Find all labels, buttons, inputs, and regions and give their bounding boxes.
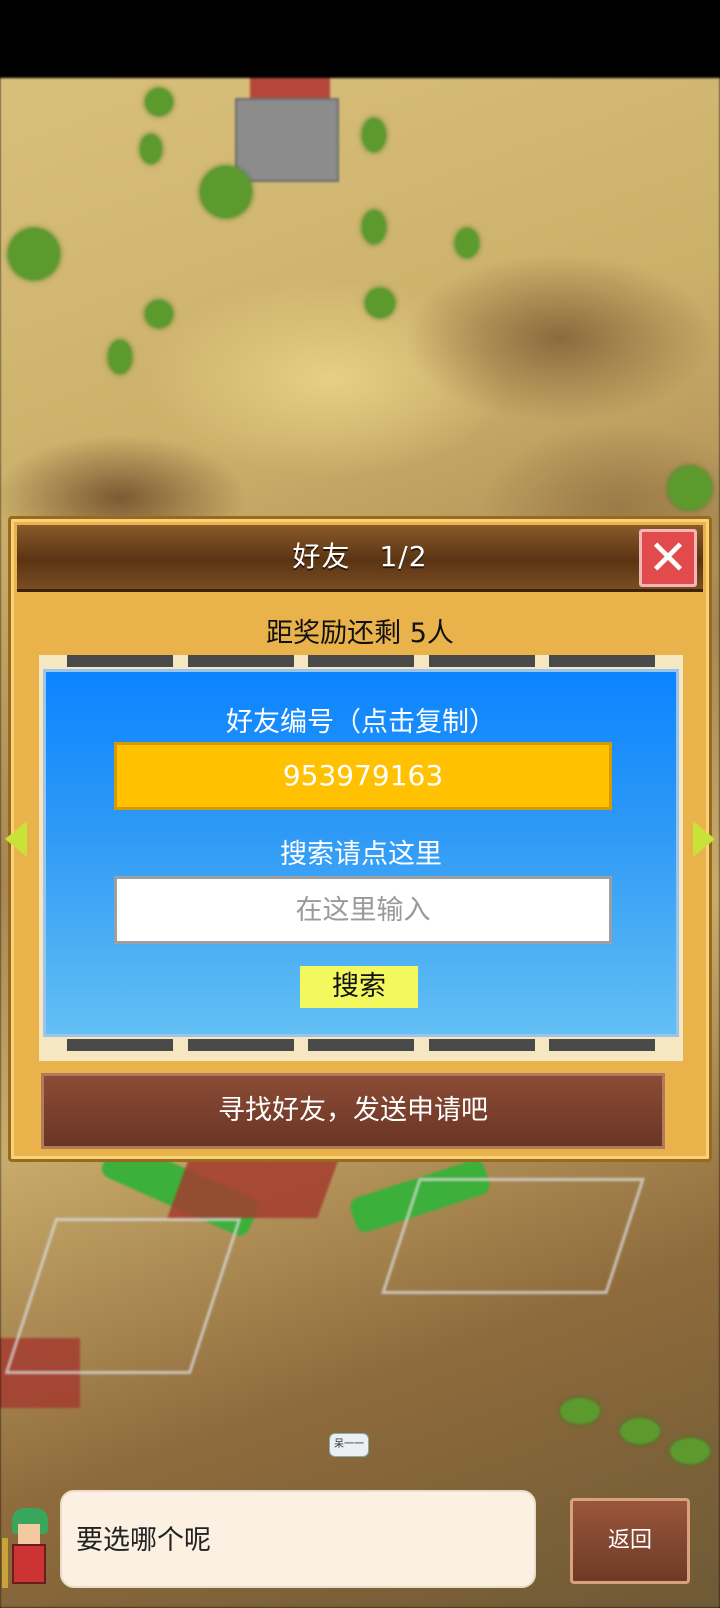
map-tree — [140, 134, 162, 164]
frame-tick — [308, 1039, 414, 1051]
friend-panel: 好友编号（点击复制） 953979163 搜索请点这里 搜索 — [43, 669, 679, 1037]
find-friends-button[interactable]: 寻找好友，发送申请吧 — [41, 1073, 665, 1149]
character-avatar — [2, 1508, 54, 1592]
map-bush — [670, 1438, 710, 1464]
frame-tick — [428, 655, 535, 667]
map-fence — [4, 1218, 242, 1374]
search-button[interactable]: 搜索 — [300, 966, 418, 1008]
map-fence — [381, 1178, 645, 1294]
chat-bubble: 要选哪个呢 — [60, 1490, 536, 1588]
frame-tick — [67, 655, 173, 667]
map-bush — [560, 1398, 600, 1424]
search-label: 搜索请点这里 — [280, 839, 442, 870]
map-tree — [365, 288, 395, 318]
map-tree — [200, 166, 252, 218]
avatar-body — [12, 1544, 46, 1584]
friend-id-copy-box[interactable]: 953979163 — [114, 742, 612, 810]
dialog-header: 好友 1/2 ✕ — [17, 525, 703, 592]
frame-tick — [308, 655, 414, 667]
map-tree — [362, 118, 386, 152]
map-bush — [620, 1418, 660, 1444]
frame-tick-row-top — [39, 655, 683, 669]
frame-tick — [428, 1039, 535, 1051]
map-tree — [455, 228, 479, 258]
map-tree — [8, 228, 60, 280]
friend-panel-frame: 好友编号（点击复制） 953979163 搜索请点这里 搜索 — [39, 655, 683, 1061]
avatar-face — [18, 1524, 40, 1544]
map-roof — [250, 78, 330, 98]
back-button[interactable]: 返回 — [570, 1498, 690, 1584]
map-tree — [668, 466, 712, 510]
map-tree — [145, 88, 173, 116]
map-tree — [108, 340, 132, 374]
friends-dialog: 好友 1/2 ✕ 距奖励还剩 5人 好友编号（点击复制） 953979163 搜… — [5, 516, 715, 1162]
map-tree — [145, 300, 173, 328]
friend-id-label: 好友编号（点击复制） — [226, 707, 496, 738]
reward-remaining-text: 距奖励还剩 5人 — [266, 618, 454, 649]
frame-tick — [549, 655, 655, 667]
frame-tick — [187, 655, 294, 667]
friend-search-input[interactable] — [114, 876, 612, 944]
status-bar-area — [0, 0, 720, 78]
arrow-right-icon[interactable] — [693, 821, 715, 857]
frame-tick — [549, 1039, 655, 1051]
chat-message: 要选哪个呢 — [76, 1525, 211, 1556]
frame-tick-row-bottom — [39, 1039, 683, 1053]
dialog-title: 好友 1/2 — [292, 540, 428, 573]
close-button[interactable]: ✕ — [639, 529, 697, 587]
npc-speech-bubble: 呆一一 — [329, 1433, 369, 1457]
arrow-left-icon[interactable] — [5, 821, 27, 857]
avatar-staff — [2, 1538, 8, 1588]
close-icon: ✕ — [647, 530, 689, 586]
frame-tick — [187, 1039, 294, 1051]
map-tree — [362, 210, 386, 244]
map-building — [235, 98, 339, 182]
frame-tick — [67, 1039, 173, 1051]
